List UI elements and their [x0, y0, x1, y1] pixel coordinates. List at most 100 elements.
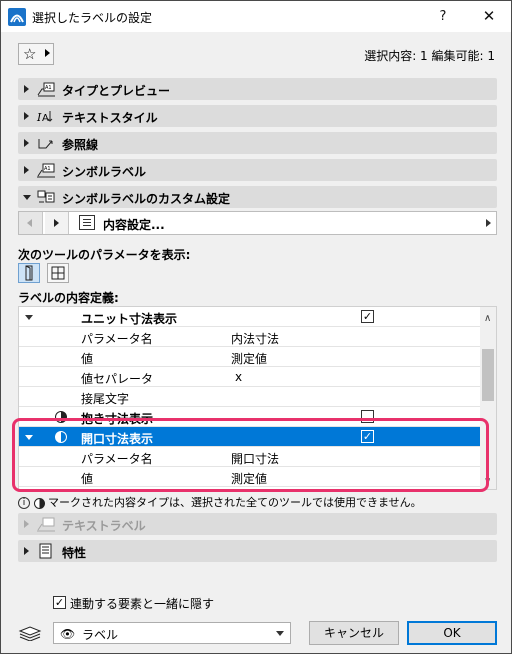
- row-name: 抱き寸法表示: [81, 412, 154, 426]
- section-properties[interactable]: 特性: [18, 540, 497, 562]
- row-checkbox[interactable]: [361, 410, 374, 423]
- row-name: 値セパレータ: [81, 372, 154, 386]
- favorites-button[interactable]: ☆: [18, 43, 54, 65]
- section-leader-line[interactable]: 参照線: [18, 132, 497, 154]
- section-custom-symbol-label[interactable]: シンボルラベルのカスタム設定: [18, 186, 497, 208]
- row-checkbox[interactable]: ✓: [361, 430, 374, 443]
- window-tool-button[interactable]: [47, 263, 69, 283]
- unavailable-note: i マークされた内容タイプは、選択された全てのツールでは使用できません。: [18, 494, 422, 510]
- table-row[interactable]: 接尾文字: [19, 387, 481, 407]
- table-row[interactable]: 抱き寸法表示: [19, 407, 481, 427]
- close-button[interactable]: ✕: [467, 1, 511, 32]
- leader-line-icon: [38, 139, 53, 149]
- section-label: 特性: [62, 546, 87, 560]
- table-row[interactable]: 値 測定値: [19, 347, 481, 367]
- half-circle-icon: [55, 411, 67, 423]
- arrow-right-icon: [45, 49, 50, 57]
- scroll-up-icon[interactable]: ∧: [484, 313, 491, 324]
- table-row[interactable]: パラメータ名 開口寸法: [19, 447, 481, 467]
- help-button[interactable]: ?: [421, 1, 465, 32]
- text-label-icon: [37, 517, 55, 532]
- row-name: 値: [81, 352, 94, 366]
- expand-arrow-icon: [24, 547, 29, 555]
- row-name: パラメータ名: [81, 332, 153, 346]
- row-name: パラメータ名: [81, 452, 153, 466]
- table-row[interactable]: 値セパレータ x: [19, 367, 481, 387]
- tools-heading: 次のツールのパラメータを表示:: [18, 248, 191, 262]
- eye-icon: 👁: [60, 627, 76, 641]
- expand-arrow-icon: [24, 520, 29, 528]
- app-icon: [8, 8, 26, 26]
- layer-icon: [18, 626, 42, 641]
- content-settings-bar: 内容設定...: [18, 211, 497, 235]
- ok-button[interactable]: OK: [407, 621, 497, 645]
- collapse-arrow-icon: [23, 195, 31, 200]
- row-value[interactable]: 測定値: [231, 350, 267, 367]
- arrow-right-icon[interactable]: [486, 219, 491, 227]
- svg-text:A: A: [42, 113, 49, 124]
- cancel-button[interactable]: キャンセル: [309, 621, 399, 645]
- vertical-scrollbar[interactable]: ∧ ∨: [480, 307, 496, 489]
- svg-text:A1: A1: [45, 85, 52, 91]
- row-name: ユニット寸法表示: [81, 312, 178, 326]
- scroll-thumb[interactable]: [482, 349, 494, 401]
- content-settings-label[interactable]: 内容設定...: [103, 216, 165, 233]
- selection-info: 選択内容: 1 編集可能: 1: [364, 49, 495, 63]
- section-text-style[interactable]: I A テキストスタイル: [18, 105, 497, 127]
- expand-arrow-icon: [24, 85, 29, 93]
- expand-arrow-icon: [24, 166, 29, 174]
- window-title: 選択したラベルの設定: [32, 11, 153, 25]
- symbol-label-icon: A1: [37, 163, 55, 178]
- layer-value: ラベル: [82, 628, 119, 642]
- previous-button[interactable]: [19, 212, 43, 234]
- next-button[interactable]: [45, 212, 69, 234]
- content-heading: ラベルの内容定義:: [18, 291, 119, 305]
- svg-text:A1: A1: [44, 166, 51, 172]
- section-label: テキストスタイル: [62, 111, 158, 125]
- half-circle-icon: [33, 497, 45, 509]
- custom-symbol-label-icon: [37, 190, 55, 203]
- table-row[interactable]: パラメータ名 内法寸法: [19, 327, 481, 347]
- section-label: テキストラベル: [62, 519, 146, 533]
- section-type-preview[interactable]: A1 タイプとプレビュー: [18, 78, 497, 100]
- row-value[interactable]: 内法寸法: [231, 330, 279, 347]
- text-style-icon: I A: [36, 111, 53, 124]
- properties-icon: [39, 543, 52, 559]
- dialog-window: 選択したラベルの設定 ? ✕ ☆ 選択内容: 1 編集可能: 1 A1 タイプと…: [0, 0, 512, 654]
- arrow-right-icon: [54, 219, 59, 227]
- note-text: マークされた内容タイプは、選択された全てのツールでは使用できません。: [48, 496, 422, 509]
- row-name: 値: [81, 472, 94, 486]
- section-label: タイプとプレビュー: [62, 84, 171, 98]
- row-value[interactable]: 開口寸法: [231, 450, 279, 467]
- table-row-selected[interactable]: 開口寸法表示 ✓: [19, 427, 481, 447]
- row-value[interactable]: 測定値: [231, 470, 267, 487]
- scroll-down-icon[interactable]: ∨: [484, 476, 491, 487]
- section-symbol-label[interactable]: A1 シンボルラベル: [18, 159, 497, 181]
- hide-with-element-checkbox[interactable]: ✓: [53, 596, 66, 609]
- chevron-down-icon: [276, 631, 284, 636]
- layer-dropdown[interactable]: 👁 ラベル: [53, 622, 291, 644]
- door-icon: [25, 265, 33, 281]
- title-bar: 選択したラベルの設定 ? ✕: [1, 1, 511, 32]
- list-icon: [79, 215, 95, 230]
- section-text-label: テキストラベル: [18, 513, 497, 535]
- half-circle-icon: [55, 431, 67, 443]
- expand-arrow-icon: [24, 139, 29, 147]
- arrow-left-icon: [27, 219, 32, 227]
- row-name: 開口寸法表示: [81, 432, 154, 446]
- collapse-arrow-icon[interactable]: [25, 435, 33, 440]
- type-preview-icon: A1: [37, 82, 55, 97]
- info-icon: i: [18, 497, 30, 509]
- row-checkbox[interactable]: ✓: [361, 310, 374, 323]
- collapse-arrow-icon[interactable]: [25, 315, 33, 320]
- door-tool-button[interactable]: [18, 263, 40, 283]
- section-label: シンボルラベル: [62, 165, 147, 179]
- section-label: 参照線: [62, 138, 99, 152]
- table-row[interactable]: ユニット寸法表示 ✓: [19, 307, 481, 327]
- expand-arrow-icon: [24, 112, 29, 120]
- star-icon: ☆: [23, 45, 37, 63]
- hide-with-element-label: 連動する要素と一緒に隠す: [70, 597, 215, 611]
- section-label: シンボルラベルのカスタム設定: [62, 192, 231, 206]
- table-row[interactable]: 値 測定値: [19, 467, 481, 487]
- row-value[interactable]: x: [235, 370, 242, 384]
